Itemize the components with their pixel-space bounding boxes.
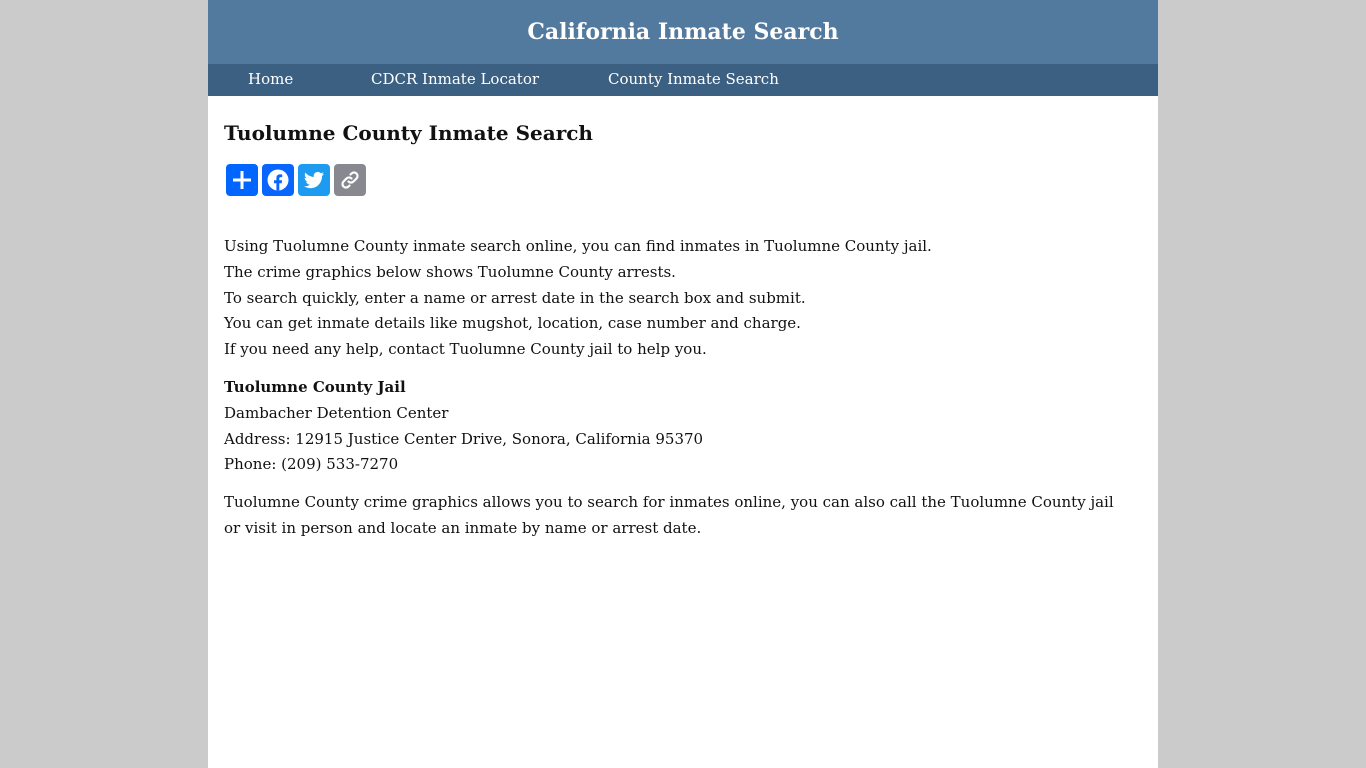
plus-icon bbox=[233, 171, 251, 189]
site-title[interactable]: California Inmate Search bbox=[527, 19, 838, 45]
page-title: Tuolumne County Inmate Search bbox=[224, 121, 593, 145]
intro-line: You can get inmate details like mugshot,… bbox=[224, 314, 801, 333]
closing-paragraph: Tuolumne County crime graphics allows yo… bbox=[224, 493, 1114, 537]
intro-line: To search quickly, enter a name or arres… bbox=[224, 288, 806, 307]
main-content: Using Tuolumne County inmate search onli… bbox=[224, 234, 1134, 554]
nav-county-inmate-search[interactable]: County Inmate Search bbox=[608, 70, 779, 88]
facebook-share-button[interactable] bbox=[262, 164, 294, 196]
jail-address: Address: 12915 Justice Center Drive, Son… bbox=[224, 429, 704, 448]
share-button[interactable] bbox=[226, 164, 258, 196]
site-header: California Inmate Search bbox=[208, 0, 1158, 64]
facebook-icon bbox=[267, 169, 289, 191]
jail-info: Tuolumne County Jail Dambacher Detention… bbox=[224, 375, 1134, 478]
share-buttons bbox=[226, 164, 366, 196]
nav-home[interactable]: Home bbox=[248, 70, 293, 88]
main-nav: Home CDCR Inmate Locator County Inmate S… bbox=[208, 64, 1158, 96]
jail-phone: Phone: (209) 533-7270 bbox=[224, 455, 399, 474]
link-icon bbox=[341, 171, 359, 189]
nav-cdcr-inmate-locator[interactable]: CDCR Inmate Locator bbox=[371, 70, 539, 88]
jail-name: Tuolumne County Jail bbox=[224, 377, 406, 396]
intro-line: Using Tuolumne County inmate search onli… bbox=[224, 237, 932, 255]
jail-facility: Dambacher Detention Center bbox=[224, 403, 449, 422]
twitter-share-button[interactable] bbox=[298, 164, 330, 196]
twitter-icon bbox=[304, 171, 324, 189]
page-container: California Inmate Search Home CDCR Inmat… bbox=[208, 0, 1158, 768]
intro-line: The crime graphics below shows Tuolumne … bbox=[224, 262, 676, 281]
intro-paragraph: Using Tuolumne County inmate search onli… bbox=[224, 234, 1134, 363]
intro-line: If you need any help, contact Tuolumne C… bbox=[224, 340, 707, 359]
copy-link-button[interactable] bbox=[334, 164, 366, 196]
